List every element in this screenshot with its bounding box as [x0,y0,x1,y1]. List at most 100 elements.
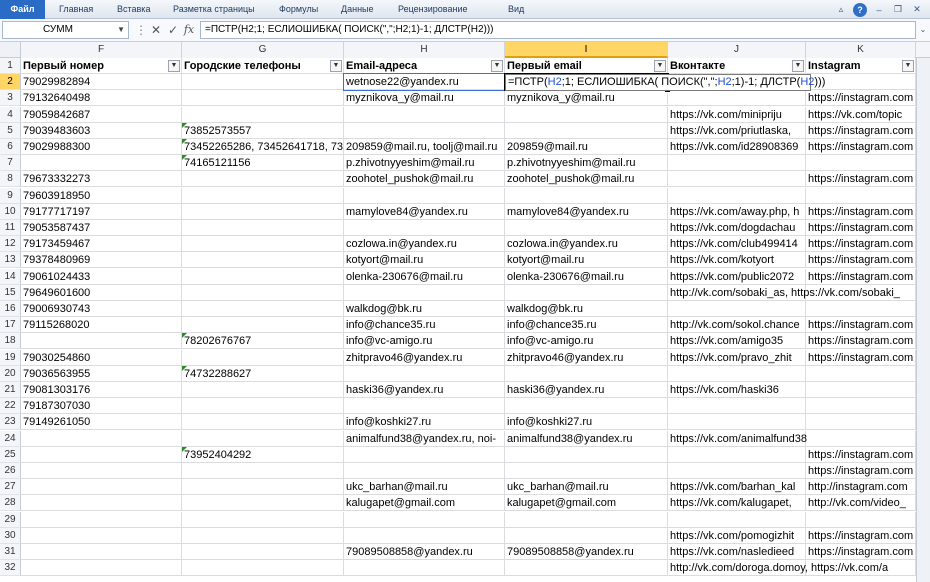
cell-k29[interactable] [806,512,916,528]
insert-function-icon[interactable]: fx [182,22,196,38]
cell-k23[interactable] [806,414,916,430]
filter-dropdown-icon[interactable]: ▼ [491,60,503,72]
cell-j11[interactable]: https://vk.com/dogdachau [668,220,806,236]
cell-h5[interactable] [344,123,505,139]
cell-k3[interactable]: https://instagram.com [806,90,916,106]
filter-dropdown-icon[interactable]: ▼ [330,60,342,72]
expand-formula-bar-icon[interactable]: ⌄ [918,22,928,38]
cell-i29[interactable] [505,512,668,528]
cell-g17[interactable] [182,317,344,333]
cell-j16[interactable] [668,301,806,317]
cell-f11[interactable]: 79053587437 [21,220,182,236]
cell-i9[interactable] [505,188,668,204]
filter-dropdown-icon[interactable]: ▼ [654,60,666,72]
cell-f16[interactable]: 79006930743 [21,301,182,317]
cell-g29[interactable] [182,512,344,528]
cell-g11[interactable] [182,220,344,236]
cell-j21[interactable]: https://vk.com/haski36 [668,382,806,398]
cell-i12[interactable]: cozlowa.in@yandex.ru [505,236,668,252]
cell-g14[interactable] [182,269,344,285]
cell-h17[interactable]: info@chance35.ru [344,317,505,333]
vertical-scrollbar[interactable] [916,58,930,582]
cell-h31[interactable]: 79089508858@yandex.ru [344,544,505,560]
cell-g31[interactable] [182,544,344,560]
cell-h25[interactable] [344,447,505,463]
cell-h10[interactable]: mamylove84@yandex.ru [344,204,505,220]
cell-f4[interactable]: 79059842687 [21,107,182,123]
row-header-14[interactable]: 14 [0,269,21,285]
cell-h22[interactable] [344,398,505,414]
row-header-23[interactable]: 23 [0,414,21,430]
cell-f27[interactable] [21,479,182,495]
cell-i24[interactable]: animalfund38@yandex.ru [505,431,668,447]
cell-j20[interactable] [668,366,806,382]
cell-k16[interactable] [806,301,916,317]
row-header-9[interactable]: 9 [0,188,21,204]
cell-h29[interactable] [344,512,505,528]
cell-j9[interactable] [668,188,806,204]
tab-data[interactable]: Данные [341,0,374,19]
cell-j26[interactable] [668,463,806,479]
cell-k20[interactable] [806,366,916,382]
cell-h15[interactable] [344,285,505,301]
cell-h9[interactable] [344,188,505,204]
cell-i4[interactable] [505,107,668,123]
filter-dropdown-icon[interactable]: ▼ [902,60,914,72]
row-header-29[interactable]: 29 [0,512,21,528]
cell-g15[interactable] [182,285,344,301]
cell-i5[interactable] [505,123,668,139]
cell-k28[interactable]: http://vk.com/video_ [806,495,916,511]
close-icon[interactable]: ✕ [910,3,924,17]
cell-k27[interactable]: http://instagram.com [806,479,916,495]
cell-j17[interactable]: http://vk.com/sokol.chance [668,317,806,333]
cell-j7[interactable] [668,155,806,171]
cell-i30[interactable] [505,528,668,544]
cell-j32[interactable]: http://vk.com/doroga.domoy, https://vk.c… [668,560,888,576]
cell-i14[interactable]: olenka-230676@mail.ru [505,269,668,285]
row-header-6[interactable]: 6 [0,139,21,155]
cell-j30[interactable]: https://vk.com/pomogizhit [668,528,806,544]
cell-g7[interactable]: 74165121156 [182,155,344,171]
cell-k21[interactable] [806,382,916,398]
cell-g8[interactable] [182,171,344,187]
name-box[interactable]: СУММ ▼ [2,21,129,39]
cell-f9[interactable]: 79603918950 [21,188,182,204]
cell-k5[interactable]: https://instagram.com [806,123,916,139]
row-header-7[interactable]: 7 [0,155,21,171]
help-icon[interactable]: ? [853,2,867,17]
cell-h24[interactable]: animalfund38@yandex.ru, noi- [344,431,505,447]
cell-h19[interactable]: zhitpravo46@yandex.ru [344,350,505,366]
row-header-21[interactable]: 21 [0,382,21,398]
cell-h23[interactable]: info@koshki27.ru [344,414,505,430]
cancel-icon[interactable]: ✕ [149,22,163,38]
cell-i18[interactable]: info@vc-amigo.ru [505,333,668,349]
cell-j15[interactable]: http://vk.com/sobaki_as, https://vk.com/… [668,285,900,301]
cell-f19[interactable]: 79030254860 [21,350,182,366]
cell-h30[interactable] [344,528,505,544]
cell-i26[interactable] [505,463,668,479]
cell-g25[interactable]: 73952404292 [182,447,344,463]
row-header-1[interactable]: 1 [0,58,21,74]
cell-f28[interactable] [21,495,182,511]
cell-i20[interactable] [505,366,668,382]
cell-j22[interactable] [668,398,806,414]
cell-g28[interactable] [182,495,344,511]
row-header-3[interactable]: 3 [0,90,21,106]
cell-g21[interactable] [182,382,344,398]
cell-f26[interactable] [21,463,182,479]
cell-k13[interactable]: https://instagram.com [806,252,916,268]
row-header-16[interactable]: 16 [0,301,21,317]
row-header-18[interactable]: 18 [0,333,21,349]
cell-g2[interactable] [182,74,344,90]
cell-f10[interactable]: 79177717197 [21,204,182,220]
cell-h27[interactable]: ukc_barhan@mail.ru [344,479,505,495]
cell-k9[interactable] [806,188,916,204]
row-header-25[interactable]: 25 [0,447,21,463]
cell-j27[interactable]: https://vk.com/barhan_kal [668,479,806,495]
cell-i31[interactable]: 79089508858@yandex.ru [505,544,668,560]
cell-h20[interactable] [344,366,505,382]
row-header-31[interactable]: 31 [0,544,21,560]
row-header-20[interactable]: 20 [0,366,21,382]
cell-k22[interactable] [806,398,916,414]
cell-j12[interactable]: https://vk.com/club499414 [668,236,806,252]
